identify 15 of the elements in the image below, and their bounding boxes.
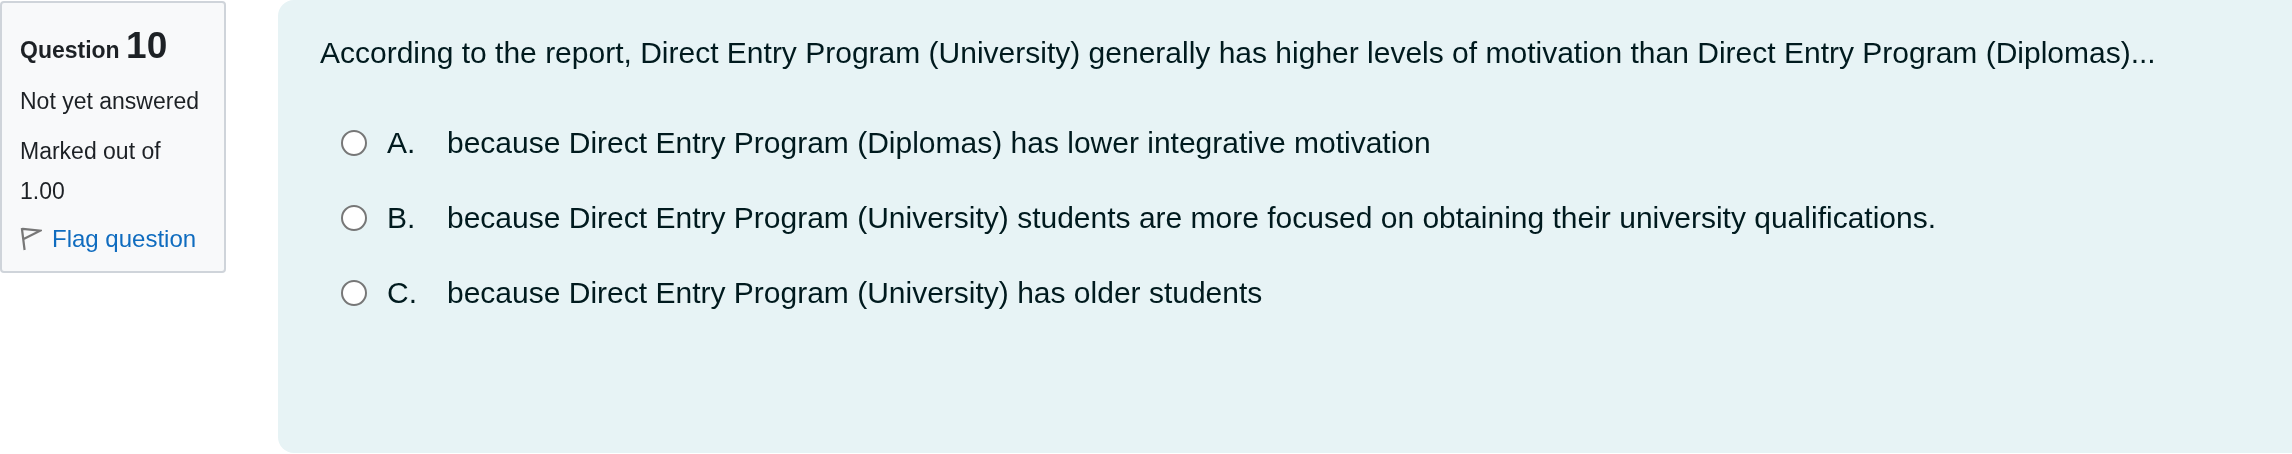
- radio-button[interactable]: [341, 204, 367, 231]
- question-text: According to the report, Direct Entry Program (University) generally has higher levels of motivation than Direct Entry Program (Diplomas)...: [320, 35, 2157, 71]
- option-letter: A.: [387, 125, 417, 161]
- option-letter: C.: [387, 275, 418, 311]
- question-number: Question 10: [20, 25, 169, 67]
- option-letter: B.: [387, 200, 417, 236]
- radio-button[interactable]: [341, 129, 367, 156]
- flag-question-link[interactable]: Flag question: [20, 225, 210, 253]
- option-text[interactable]: because Direct Entry Program (Diplomas) has lower integrative motivation: [447, 116, 1431, 169]
- question-state: Not yet answered: [20, 87, 200, 116]
- question-grade: Marked out of 1.00: [20, 137, 162, 206]
- radio-button[interactable]: [341, 279, 367, 306]
- flag-icon: [20, 227, 42, 251]
- option-text[interactable]: because Direct Entry Program (University) students are more focused on obtaining their university qualifications.: [447, 191, 1936, 244]
- option-text[interactable]: because Direct Entry Program (University) has older students: [447, 266, 1263, 319]
